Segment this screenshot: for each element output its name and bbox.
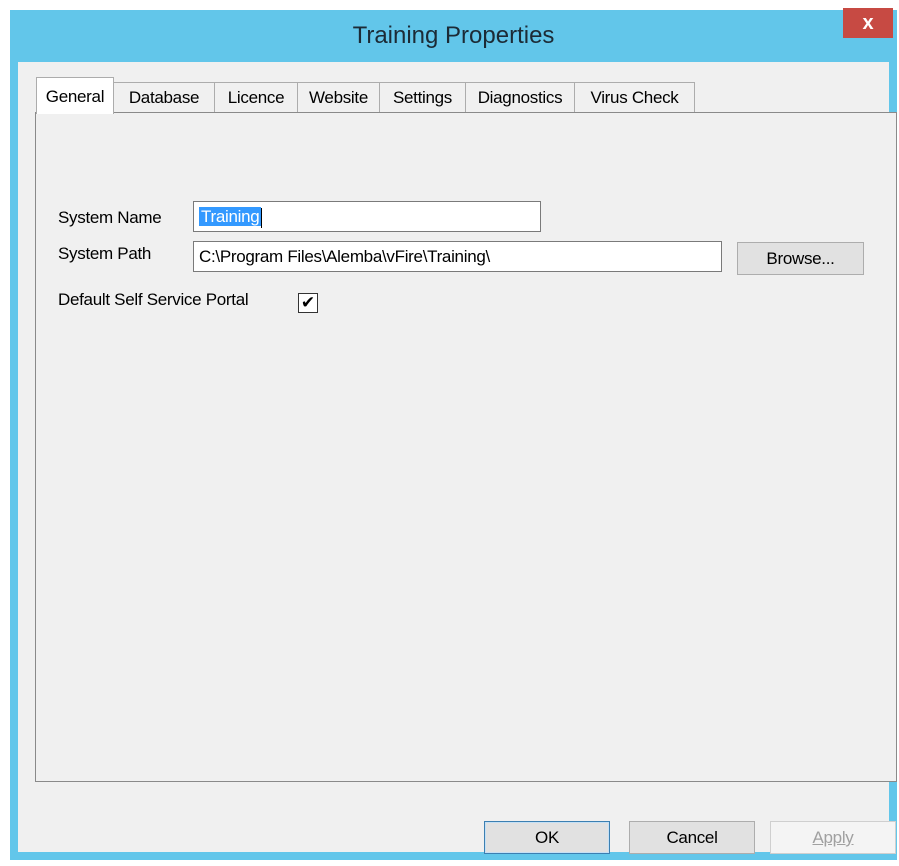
dialog-client-area: General Database Licence Website Setting… [18,62,897,854]
system-name-field[interactable]: Training [193,201,541,232]
text-caret [261,207,263,228]
tab-general[interactable]: General [36,77,114,114]
general-tab-panel: System Name Training System Path C:\Prog… [35,112,897,782]
tab-virus-check[interactable]: Virus Check [574,82,695,112]
system-name-value: Training [199,207,262,226]
close-icon: x [862,12,874,34]
default-portal-label: Default Self Service Portal [58,290,249,309]
window-title: Training Properties [352,22,555,49]
checkmark-icon: ✔ [300,293,316,312]
system-path-label: System Path [58,244,152,263]
title-bar[interactable]: Training Properties x [10,8,897,62]
dialog-window: Training Properties x General Database L… [10,8,897,860]
browse-button[interactable]: Browse... [737,242,864,275]
tab-database[interactable]: Database [113,82,215,112]
tab-licence[interactable]: Licence [214,82,298,112]
tab-settings[interactable]: Settings [379,82,466,112]
system-name-label: System Name [58,208,162,227]
close-button[interactable]: x [843,8,893,38]
ok-button[interactable]: OK [484,821,610,854]
default-portal-checkbox[interactable]: ✔ [298,293,318,313]
tab-diagnostics[interactable]: Diagnostics [465,82,575,112]
cancel-button[interactable]: Cancel [629,821,755,854]
apply-button-label: Apply [812,828,854,847]
system-path-field[interactable]: C:\Program Files\Alemba\vFire\Training\ [193,241,722,272]
tab-website[interactable]: Website [297,82,380,112]
apply-button[interactable]: Apply [770,821,896,854]
